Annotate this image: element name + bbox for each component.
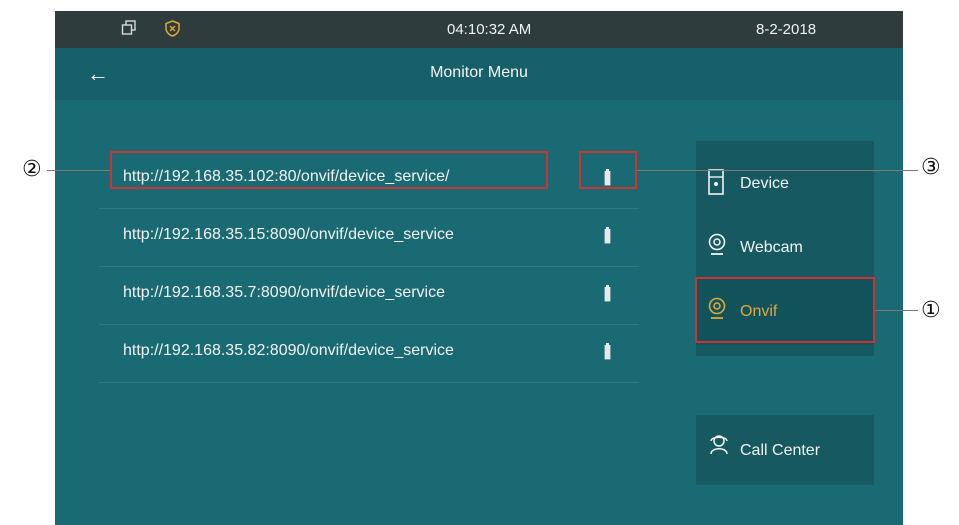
sidebar-item-label: Webcam bbox=[740, 239, 803, 256]
annotation-box-url bbox=[110, 151, 548, 189]
sidebar-item-webcam[interactable]: Webcam bbox=[696, 215, 874, 281]
status-bar: 04:10:32 AM 8-2-2018 bbox=[55, 11, 903, 48]
device-screen: 04:10:32 AM 8-2-2018 ← Monitor Menu http… bbox=[55, 11, 903, 525]
callout-number: ③ bbox=[921, 154, 941, 179]
title-bar: ← Monitor Menu bbox=[55, 48, 903, 100]
url-text: http://192.168.35.7:8090/onvif/device_se… bbox=[123, 284, 445, 301]
callout-number: ② bbox=[22, 156, 42, 181]
device-icon bbox=[708, 169, 724, 195]
shield-icon bbox=[165, 20, 180, 37]
battery-icon[interactable] bbox=[604, 285, 611, 302]
window-icon bbox=[121, 20, 136, 35]
url-row[interactable]: http://192.168.35.15:8090/onvif/device_s… bbox=[99, 209, 639, 267]
annotation-box-battery bbox=[579, 151, 637, 189]
callout-line-2 bbox=[47, 170, 110, 171]
url-text: http://192.168.35.82:8090/onvif/device_s… bbox=[123, 342, 454, 359]
sidebar-item-device[interactable]: Device bbox=[696, 151, 874, 217]
sidebar-item-label: Device bbox=[740, 175, 789, 192]
call-center-label: Call Center bbox=[740, 442, 821, 459]
webcam-icon bbox=[708, 233, 726, 255]
page-title: Monitor Menu bbox=[430, 64, 528, 81]
status-date: 8-2-2018 bbox=[756, 21, 817, 38]
url-text: http://192.168.35.15:8090/onvif/device_s… bbox=[123, 226, 454, 243]
call-center-button[interactable]: Call Center bbox=[696, 415, 874, 485]
url-row[interactable]: http://192.168.35.82:8090/onvif/device_s… bbox=[99, 325, 639, 383]
battery-icon[interactable] bbox=[604, 227, 611, 244]
url-row[interactable]: http://192.168.35.7:8090/onvif/device_se… bbox=[99, 267, 639, 325]
headset-icon bbox=[710, 435, 728, 455]
callout-line-1 bbox=[875, 310, 918, 311]
callout-number: ① bbox=[921, 297, 941, 322]
battery-icon[interactable] bbox=[604, 343, 611, 360]
annotation-box-onvif bbox=[695, 277, 875, 343]
status-time: 04:10:32 AM bbox=[447, 21, 532, 38]
callout-line-3 bbox=[637, 170, 918, 171]
